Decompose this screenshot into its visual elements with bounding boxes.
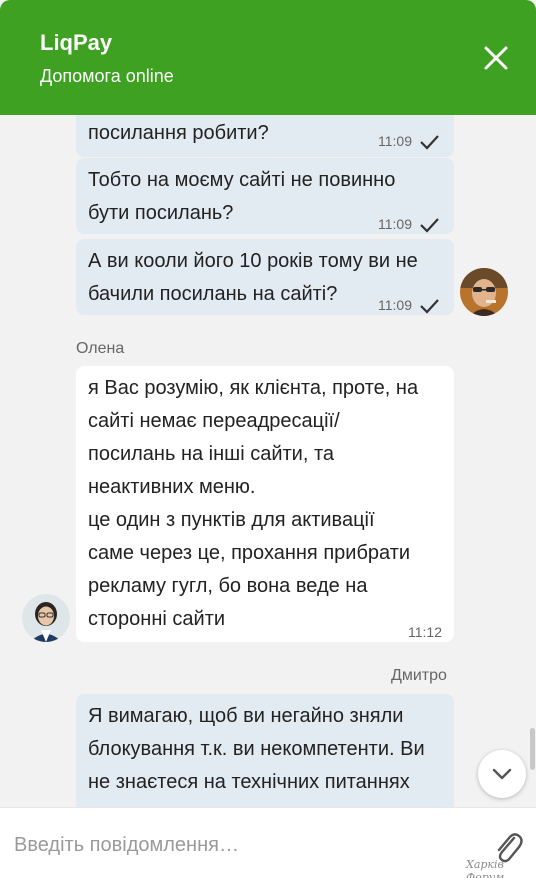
message-line: Тобто на моєму сайті не повинно — [88, 169, 396, 191]
read-check-icon — [420, 217, 439, 233]
read-check-icon — [420, 134, 439, 150]
message-bubble: Я вимагаю, щоб ви негайно зняли блокуван… — [76, 694, 454, 807]
app-title: LiqPay — [40, 30, 113, 55]
chevron-down-icon — [492, 768, 512, 780]
scrollbar-thumb[interactable] — [530, 728, 535, 770]
message-bubble: Тобто на моєму сайті не повинно бути пос… — [76, 158, 454, 234]
message-bubble: я Вас розумію, як клієнта, проте, на сай… — [76, 366, 454, 642]
message-bubble: посилання робити? 11:09 — [76, 115, 454, 157]
chat-header: LiqPay Допомога online — [0, 0, 536, 115]
message-line: я Вас розумію, як клієнта, проте, на — [88, 377, 419, 399]
message-composer — [0, 807, 536, 878]
message-time: 11:09 — [378, 133, 412, 149]
message-time: 11:12 — [408, 624, 442, 640]
sender-name: Дмитро — [391, 667, 447, 684]
close-button[interactable] — [478, 40, 514, 76]
message-input[interactable] — [14, 828, 464, 862]
message-line: неактивних меню. — [88, 476, 256, 498]
agent-avatar — [22, 594, 70, 642]
message-time: 11:09 — [378, 216, 412, 232]
message-line: Я вимагаю, щоб ви негайно зняли — [88, 705, 404, 727]
scroll-down-button[interactable] — [478, 750, 526, 798]
message-bubble: А ви кооли його 10 років тому ви не бачи… — [76, 239, 454, 315]
message-line: блокування т.к. ви некомпетенти. Ви — [88, 738, 425, 760]
message-line: посилань на інші сайти, та — [88, 443, 334, 465]
message-line: саме через це, прохання прибрати — [88, 542, 411, 564]
message-line: А ви кооли його 10 років тому ви не — [88, 250, 418, 272]
message-line: сайті немає переадресації/ — [88, 410, 340, 432]
message-time: 11:09 — [378, 297, 412, 313]
chat-subtitle: Допомога online — [40, 66, 174, 86]
message-line: не знаєтеся на технічних питаннях — [88, 771, 410, 793]
user-avatar — [460, 268, 508, 316]
read-check-icon — [420, 298, 439, 314]
message-list[interactable]: посилання робити? 11:09 Тобто на моєму с… — [0, 115, 536, 807]
message-line: сторонні сайти — [88, 608, 226, 630]
message-line: це один з пунктів для активації — [88, 509, 375, 531]
watermark: Харків Форум — [466, 858, 505, 878]
sender-name: Олена — [76, 340, 125, 357]
message-line: рекламу гугл, бо вона веде на — [88, 575, 368, 597]
close-icon — [484, 46, 508, 70]
